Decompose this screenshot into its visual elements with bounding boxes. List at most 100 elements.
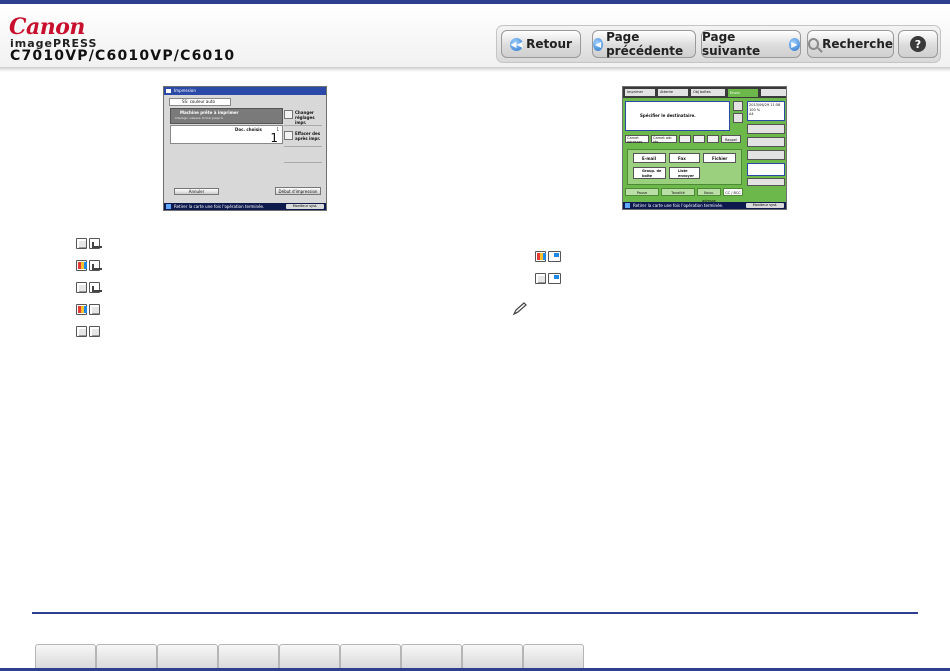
icon-row-3 bbox=[76, 282, 102, 293]
send-page-icon bbox=[548, 251, 561, 262]
print-screen-title: Impression bbox=[164, 87, 326, 95]
cancel-button[interactable]: Annuler bbox=[174, 188, 219, 195]
change-settings-button[interactable]: Changer réglages impr. bbox=[284, 108, 322, 126]
icon-row-1 bbox=[76, 238, 102, 249]
cc-bcc-button[interactable]: CC / BCC bbox=[723, 188, 743, 196]
file-button[interactable]: Fichier bbox=[703, 153, 736, 163]
monitor-button[interactable]: Moniteur syst. bbox=[286, 204, 324, 209]
rewind-icon: ◀◀ bbox=[510, 37, 524, 51]
scroll-up[interactable] bbox=[733, 101, 743, 111]
delete-label: Effacer des après impr. bbox=[295, 131, 321, 141]
status-bar: Retirer la carte une fois l'opération te… bbox=[164, 203, 326, 210]
source-select[interactable]: SS: couleur auto bbox=[169, 98, 231, 106]
destination-panel: Spécifier le destinataire. bbox=[625, 101, 730, 131]
footer-tab[interactable] bbox=[340, 644, 401, 671]
model-name: C7010VP/C6010VP/C6010 bbox=[10, 48, 236, 64]
tab-print[interactable]: Imprimer bbox=[625, 89, 655, 96]
key-button-1[interactable] bbox=[679, 135, 691, 143]
arrow-left-icon: ◀ bbox=[593, 37, 604, 51]
key-button-3[interactable] bbox=[707, 135, 719, 143]
specify-text: Spécifier le destinataire. bbox=[640, 113, 696, 118]
bw-doc-icon bbox=[76, 326, 87, 337]
color-mode-icon bbox=[76, 260, 87, 271]
change-icon bbox=[284, 110, 293, 119]
file-format-panel[interactable] bbox=[747, 163, 785, 176]
send-status-text: Retirer la carte une fois l'opération te… bbox=[633, 203, 724, 208]
scroll-down[interactable] bbox=[733, 113, 743, 123]
footer-tabs bbox=[35, 644, 584, 671]
new-address-button[interactable]: Nouv. adresse bbox=[697, 188, 721, 203]
bw-doc-icon bbox=[535, 273, 546, 284]
prev-label: Page précédente bbox=[606, 30, 684, 58]
icon-row-4 bbox=[76, 304, 100, 315]
side-option-3[interactable] bbox=[747, 150, 785, 160]
color-mode-icon bbox=[535, 251, 546, 262]
key-button-2[interactable] bbox=[693, 135, 705, 143]
footer-tab[interactable] bbox=[157, 644, 218, 671]
color-mode-icon bbox=[76, 304, 87, 315]
tab-send[interactable]: Envoi bbox=[728, 89, 758, 97]
footer-tab[interactable] bbox=[279, 644, 340, 671]
tab-arrow[interactable] bbox=[761, 89, 786, 96]
page-icon bbox=[89, 304, 100, 315]
bw-doc-icon bbox=[76, 282, 87, 293]
status-text: Retirer la carte une fois l'opération te… bbox=[174, 204, 265, 209]
send-status-bar: Retirer la carte une fois l'opération te… bbox=[623, 202, 786, 209]
pencil-note-icon bbox=[512, 302, 527, 316]
back-label: Retour bbox=[526, 37, 572, 51]
tone-button[interactable]: Tonalité bbox=[661, 188, 695, 196]
prev-page-button[interactable]: ◀ Page précédente bbox=[592, 30, 696, 58]
address-book2-button[interactable]: Carnet adr. rés. bbox=[651, 135, 677, 144]
help-button[interactable]: ? bbox=[898, 30, 938, 58]
footer-tab[interactable] bbox=[523, 644, 584, 671]
send-list-button[interactable]: Liste envoyer bbox=[669, 167, 700, 179]
page-icon bbox=[89, 326, 100, 337]
side-option-2[interactable] bbox=[747, 137, 785, 147]
group-box-button[interactable]: Group. de boîte bbox=[633, 167, 666, 179]
fax-button[interactable]: Fax bbox=[669, 153, 700, 163]
blank-slot bbox=[284, 149, 322, 163]
search-icon bbox=[808, 38, 820, 50]
pause-button[interactable]: Pause bbox=[625, 188, 659, 196]
color-doc-icon bbox=[76, 238, 87, 249]
search-button[interactable]: Recherche bbox=[807, 30, 894, 58]
change-label: Changer réglages impr. bbox=[295, 110, 315, 125]
footer-tab[interactable] bbox=[96, 644, 157, 671]
doc-panel: Doc. choisis 1 1 bbox=[170, 125, 283, 144]
side-option-4[interactable] bbox=[747, 178, 785, 186]
delete-icon bbox=[284, 131, 293, 140]
ready-panel: Machine prête à imprimer Interlign. vale… bbox=[170, 108, 283, 124]
help-icon: ? bbox=[910, 36, 926, 52]
address-book-button[interactable]: Carnet adresses bbox=[625, 135, 649, 144]
side-option-1[interactable] bbox=[747, 124, 785, 134]
icon-row-6 bbox=[535, 251, 561, 262]
recall-button[interactable]: Rappel bbox=[721, 135, 741, 143]
icon-row-7 bbox=[535, 273, 561, 284]
print-screen: Impression SS: couleur auto Machine prêt… bbox=[163, 86, 327, 211]
copy-arrow-icon bbox=[89, 260, 102, 271]
start-print-button[interactable]: Début d'impression bbox=[275, 187, 321, 195]
app: Canon imagePRESS C7010VP/C6010VP/C6010 ◀… bbox=[0, 0, 950, 671]
footer-tab[interactable] bbox=[462, 644, 523, 671]
header-shadow bbox=[0, 68, 950, 72]
paper-text: A4 bbox=[749, 112, 754, 116]
doc-count: 1 bbox=[270, 131, 278, 145]
footer-tab[interactable] bbox=[401, 644, 462, 671]
doc-label: Doc. choisis bbox=[235, 127, 262, 132]
search-label: Recherche bbox=[822, 37, 893, 51]
next-page-button[interactable]: Page suivante ▶ bbox=[701, 30, 801, 58]
next-label: Page suivante bbox=[702, 30, 761, 58]
arrow-right-icon: ▶ bbox=[788, 37, 800, 51]
tab-wait[interactable]: Attente bbox=[658, 89, 688, 96]
tab-box[interactable]: Obj boîtes bbox=[691, 89, 725, 96]
back-button[interactable]: ◀◀ Retour bbox=[501, 30, 581, 58]
settings-info: Interlign. valeurs. R.Vrai Jusqu'à bbox=[175, 116, 223, 120]
delete-after-button[interactable]: Effacer des après impr. bbox=[284, 129, 322, 147]
send-monitor-button[interactable]: Moniteur syst. bbox=[746, 203, 784, 208]
footer-tab[interactable] bbox=[35, 644, 96, 671]
copy-arrow-icon bbox=[89, 282, 102, 293]
icon-row-5 bbox=[76, 326, 100, 337]
copy-arrow-icon bbox=[89, 238, 102, 249]
email-button[interactable]: E-mail bbox=[633, 153, 666, 163]
footer-tab[interactable] bbox=[218, 644, 279, 671]
